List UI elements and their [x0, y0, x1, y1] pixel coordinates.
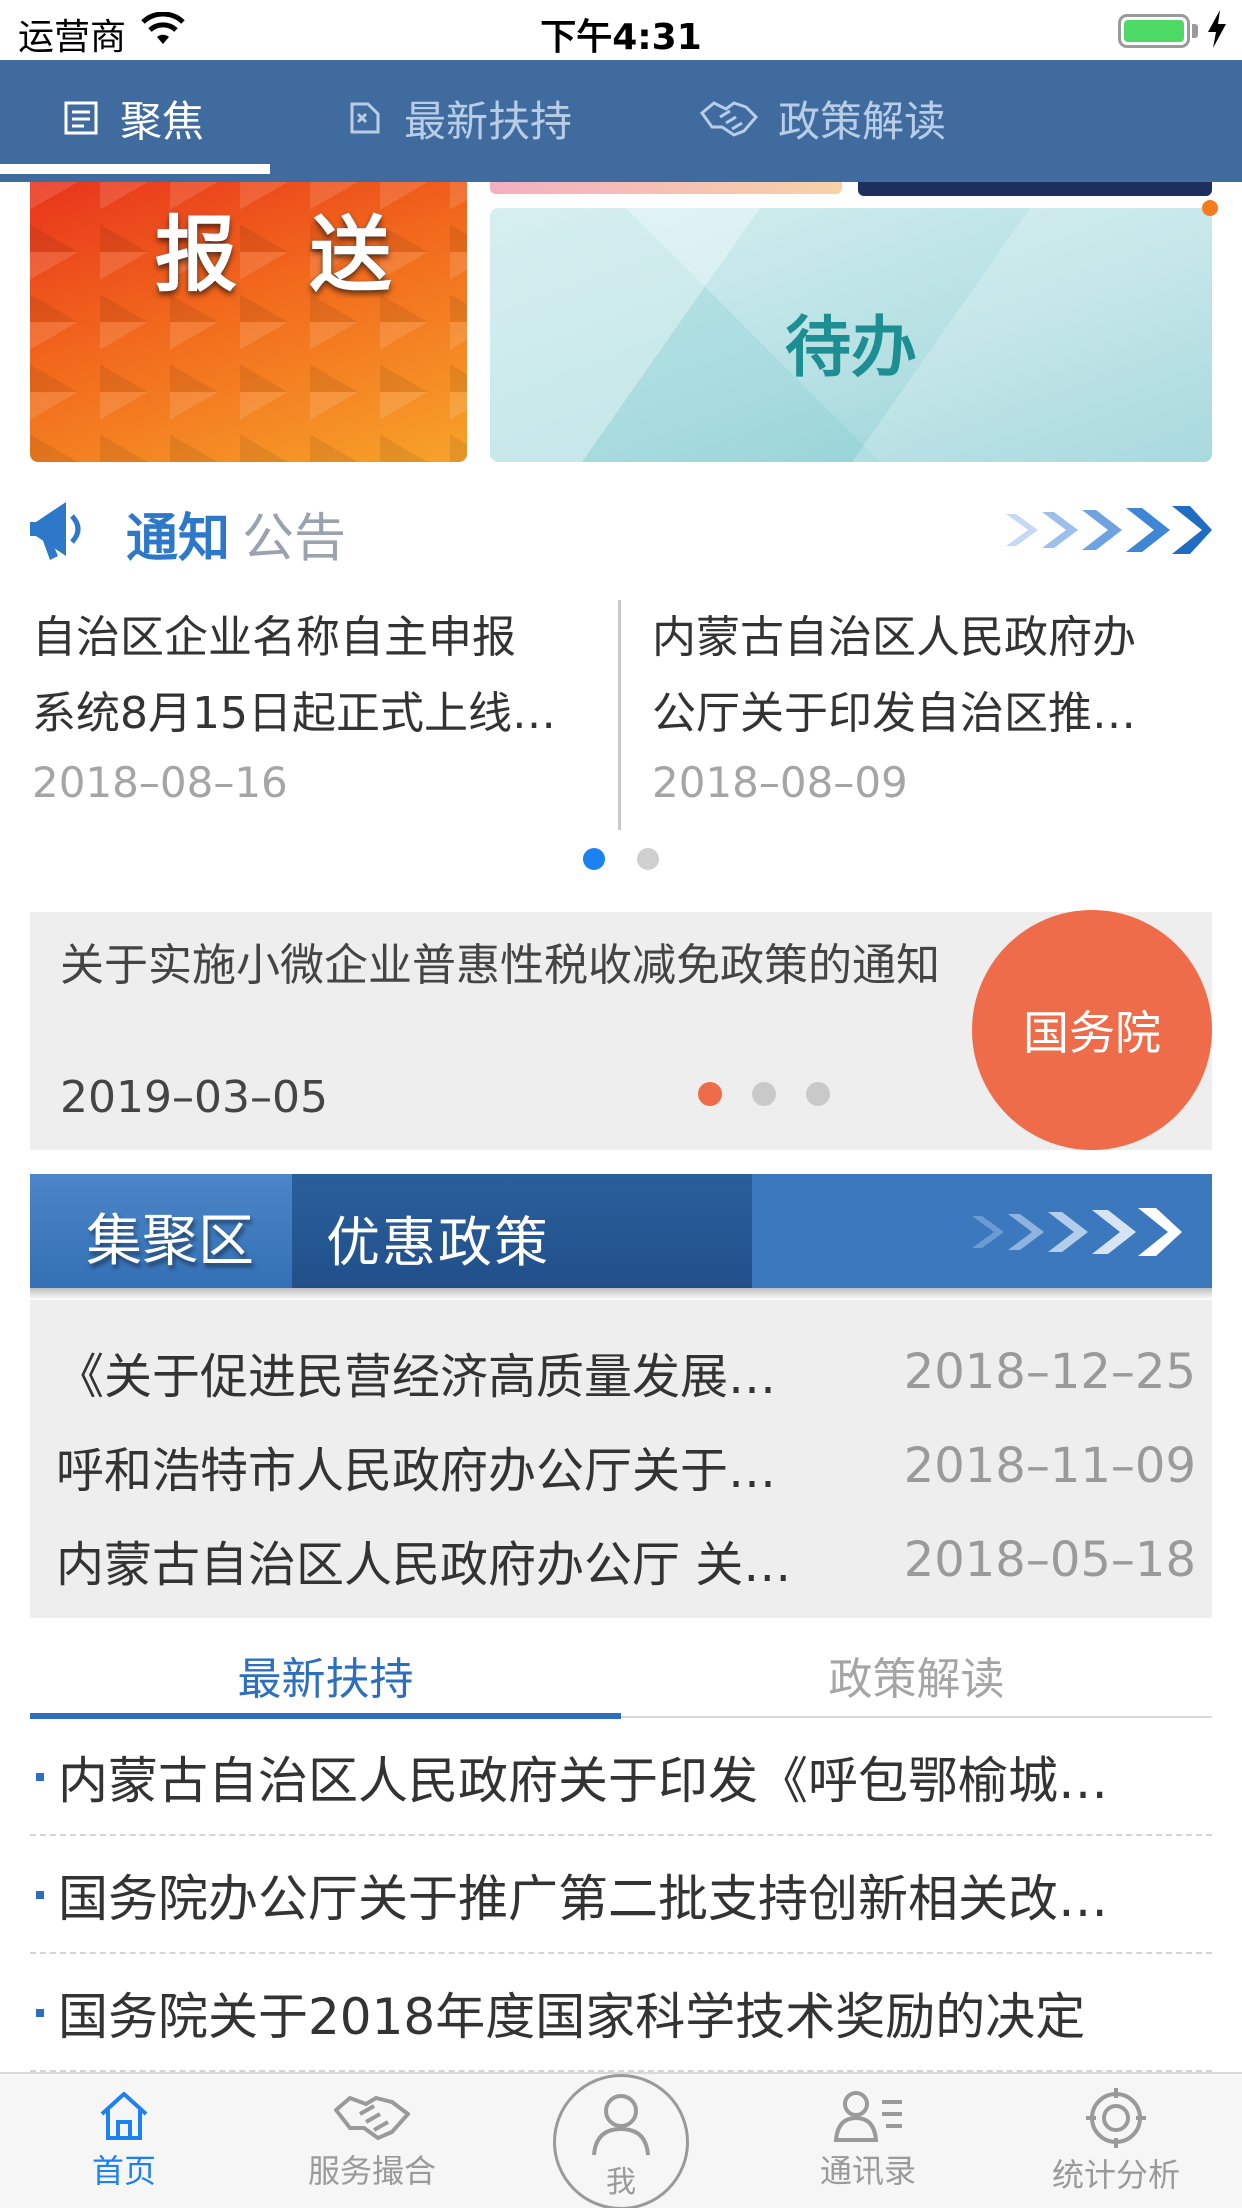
clock: 下午4:31: [540, 17, 702, 58]
policy-row-title: 内蒙古自治区人民政府办公厅 关…: [56, 1537, 792, 1593]
council-badge[interactable]: 国务院: [972, 910, 1212, 1150]
cluster-label: 集聚区: [86, 1209, 254, 1274]
megaphone-icon: [30, 502, 81, 560]
notice-item-title: 内蒙古自治区人民政府办 公厅关于印发自治区推…: [652, 600, 1212, 752]
policy-row-date: 2018–11–09: [903, 1438, 1196, 1494]
news-item-title: 内蒙古自治区人民政府关于印发《呼包鄂榆城…: [58, 1752, 1108, 1810]
todo-tile-label: 待办: [785, 309, 917, 386]
policy-row-title: 呼和浩特市人民政府办公厅关于…: [56, 1443, 777, 1499]
home-icon: [100, 2092, 148, 2140]
report-tile[interactable]: 报 送: [30, 182, 467, 462]
notice-item-title: 自治区企业名称自主申报 系统8月15日起正式上线…: [32, 600, 592, 752]
handshake-icon: [334, 2095, 410, 2141]
tab-focus[interactable]: 聚焦: [62, 60, 204, 176]
notice-header: 通知 公告: [30, 490, 1212, 570]
banner-peek-left: [490, 182, 842, 194]
tab-focus-label: 聚焦: [120, 96, 205, 146]
news-list-item[interactable]: 国务院办公厅关于推广第二批支持创新相关改…: [30, 1838, 1212, 1954]
notice-item-date: 2018–08–09: [652, 758, 908, 807]
news-tab-latest-support[interactable]: 最新扶持: [30, 1640, 621, 1720]
notice-item-title-line-1: 内蒙古自治区人民政府办: [652, 612, 1136, 663]
policy-row[interactable]: 呼和浩特市人民政府办公厅关于… 2018–11–09: [56, 1434, 1196, 1499]
user-icon: [592, 2094, 650, 2156]
news-item-title: 国务院办公厅关于推广第二批支持创新相关改…: [58, 1870, 1108, 1928]
news-list-item[interactable]: 内蒙古自治区人民政府关于印发《呼包鄂榆城…: [30, 1720, 1212, 1836]
news-tab-policy-interpretation[interactable]: 政策解读: [621, 1640, 1212, 1720]
bottom-tab-statistics[interactable]: 统计分析: [992, 2082, 1240, 2208]
council-pager-dot-2[interactable]: [752, 1082, 776, 1106]
bottom-tab-service[interactable]: 服务撮合: [248, 2082, 496, 2208]
contacts-icon: [833, 2091, 902, 2142]
battery-cap: [1192, 24, 1198, 38]
notice-item-1[interactable]: 自治区企业名称自主申报 系统8月15日起正式上线… 2018–08–16: [32, 600, 592, 807]
tag-icon: [350, 102, 380, 134]
policy-row-title: 《关于促进民营经济高质量发展…: [56, 1349, 777, 1405]
notice-item-2[interactable]: 内蒙古自治区人民政府办 公厅关于印发自治区推… 2018–08–09: [652, 600, 1212, 807]
bullet-icon: [36, 1773, 44, 1781]
policy-row-date: 2018–12–25: [903, 1344, 1196, 1400]
policy-row[interactable]: 《关于促进民营经济高质量发展… 2018–12–25: [56, 1340, 1196, 1405]
notice-item-title-line-2: 系统8月15日起正式上线…: [32, 688, 556, 739]
council-policy-date: 2019–03–05: [60, 1072, 328, 1123]
council-pager-dot-3[interactable]: [806, 1082, 830, 1106]
todo-tile[interactable]: 待办: [490, 208, 1212, 462]
bullet-icon: [36, 1891, 44, 1899]
bottom-tab-home-label: 首页: [91, 2152, 156, 2190]
news-tab-indicator: [30, 1713, 621, 1719]
notice-item-date: 2018–08–16: [32, 758, 288, 807]
unread-dot: [1202, 200, 1218, 216]
notice-pager-dot-1[interactable]: [583, 848, 605, 870]
top-tab-bar: 聚焦 最新扶持 政策解读: [0, 60, 1242, 182]
notice-item-title-line-1: 自治区企业名称自主申报: [32, 612, 516, 663]
tab-policy-interpretation[interactable]: 政策解读: [700, 60, 946, 176]
bottom-tab-service-label: 服务撮合: [307, 2152, 436, 2190]
more-arrows-icon[interactable]: [972, 1202, 1182, 1262]
handshake-icon: [700, 101, 758, 137]
bottom-tab-statistics-label: 统计分析: [1051, 2156, 1180, 2194]
bottom-tab-contacts-label: 通讯录: [819, 2152, 916, 2190]
tab-latest-support-label: 最新扶持: [404, 96, 573, 146]
active-tab-indicator: [0, 164, 270, 174]
cluster-header-shadow: [30, 1288, 1212, 1300]
notice-pager-dot-2[interactable]: [637, 848, 659, 870]
council-pager-dot-1[interactable]: [698, 1082, 722, 1106]
cluster-policy-header[interactable]: 集聚区 优惠政策: [30, 1174, 1212, 1288]
report-tile-label: 报 送: [155, 208, 414, 303]
more-arrows-icon[interactable]: [1006, 500, 1212, 560]
bottom-tab-home[interactable]: 首页: [0, 2082, 248, 2208]
council-policy-title: 关于实施小微企业普惠性税收减免政策的通知: [60, 940, 940, 991]
notice-divider: [618, 600, 621, 830]
bullet-icon: [36, 2009, 44, 2017]
news-list-item[interactable]: 国务院关于2018年度国家科学技术奖励的决定: [30, 1956, 1212, 2072]
target-icon: [1086, 2088, 1146, 2148]
bottom-tab-me-label: 我: [606, 2165, 636, 2200]
bottom-tab-contacts[interactable]: 通讯录: [744, 2082, 992, 2208]
tab-policy-interpretation-label: 政策解读: [778, 96, 947, 146]
policy-row-date: 2018–05–18: [903, 1532, 1196, 1588]
battery-icon: [1118, 14, 1190, 48]
news-item-title: 国务院关于2018年度国家科学技术奖励的决定: [58, 1988, 1086, 2046]
charging-bolt-icon: [1208, 10, 1226, 48]
status-bar: 运营商 下午4:31: [0, 0, 1242, 60]
tab-latest-support[interactable]: 最新扶持: [344, 60, 572, 176]
notice-subtitle: 公告: [242, 509, 347, 569]
policy-label: 优惠政策: [326, 1211, 550, 1274]
policy-row[interactable]: 内蒙古自治区人民政府办公厅 关… 2018–05–18: [56, 1528, 1196, 1593]
banner-peek-right: [858, 182, 1212, 196]
bottom-tab-me[interactable]: 我: [553, 2074, 689, 2208]
notice-item-title-line-2: 公厅关于印发自治区推…: [652, 688, 1136, 739]
notice-title: 通知: [126, 509, 231, 569]
document-icon: [64, 101, 98, 135]
cluster-policy-list: 《关于促进民营经济高质量发展… 2018–12–25 呼和浩特市人民政府办公厅关…: [30, 1300, 1212, 1618]
